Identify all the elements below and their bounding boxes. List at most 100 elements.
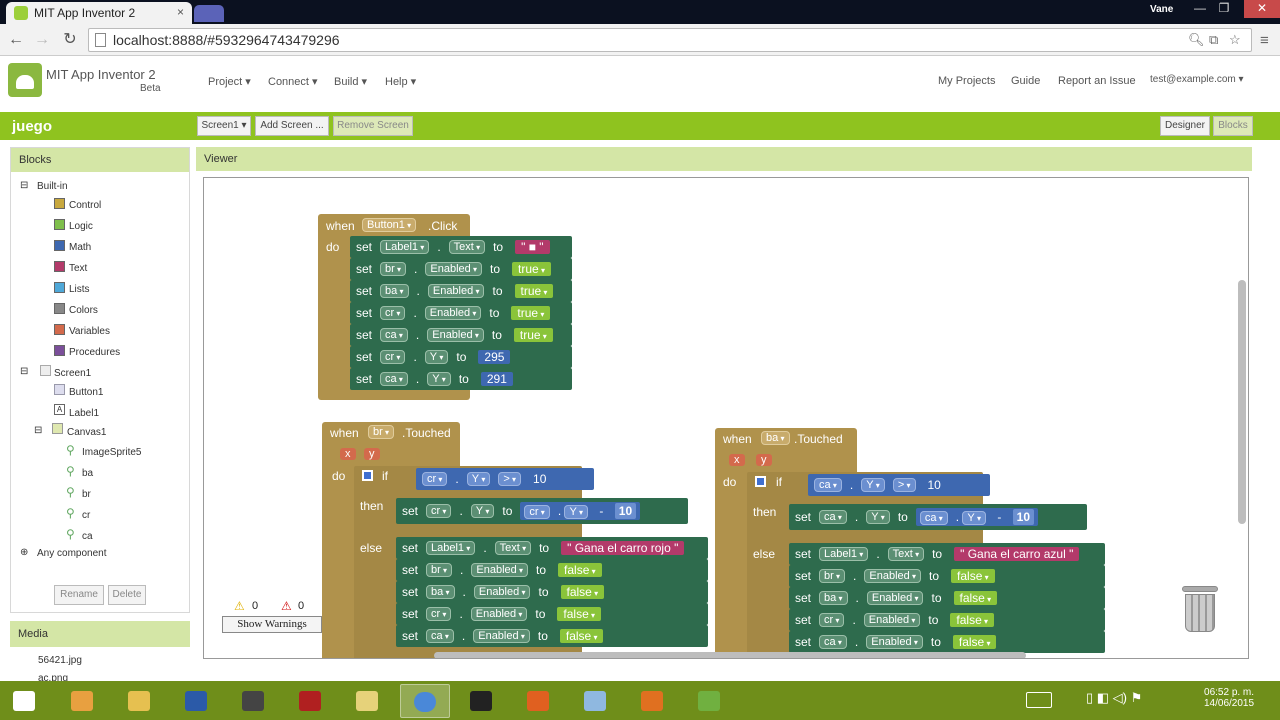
set-property[interactable]: Enabled [425, 262, 483, 276]
close-window-icon[interactable]: ✕ [1244, 0, 1280, 18]
windows-start-icon[interactable] [8, 684, 38, 718]
file-explorer-icon[interactable] [115, 684, 165, 718]
terminal-icon[interactable] [457, 684, 507, 718]
blocks-workspace[interactable]: when Button1 .Click do setLabel1.Textto"… [203, 177, 1249, 659]
value-block[interactable]: " Gana el carro azul " [954, 547, 1080, 561]
link-my-projects[interactable]: My Projects [938, 75, 995, 87]
any-component-item[interactable]: Any component [37, 548, 107, 559]
value-block[interactable]: false [558, 563, 602, 577]
reload-icon[interactable]: ↻ [60, 30, 80, 50]
set-property[interactable]: Enabled [471, 563, 529, 577]
set-property[interactable]: Enabled [427, 284, 485, 298]
folder-icon[interactable] [343, 684, 393, 718]
set-component[interactable]: ba [380, 284, 409, 298]
value-block[interactable]: false [951, 569, 995, 583]
profile-name[interactable]: Vane [1150, 4, 1173, 15]
component-dropdown[interactable]: br [368, 425, 395, 439]
app-icon[interactable] [514, 684, 564, 718]
remove-screen-button[interactable]: Remove Screen [333, 116, 413, 136]
operator-dropdown[interactable]: > [498, 472, 522, 486]
value-block[interactable]: 291 [480, 372, 513, 386]
screen-select[interactable]: Screen1 ▾ [197, 116, 251, 136]
value-block[interactable]: false [953, 591, 998, 605]
set-block[interactable]: setba. Enabled totrue [350, 280, 572, 302]
browser-tab[interactable]: MIT App Inventor 2 × [6, 2, 192, 24]
expr-component[interactable]: ca [919, 511, 948, 525]
link-report-issue[interactable]: Report an Issue [1058, 75, 1136, 87]
set-property[interactable]: Y [424, 350, 449, 364]
set-property[interactable]: Y [470, 504, 495, 518]
screen1-item[interactable]: Screen1 [54, 368, 91, 379]
builtin-label[interactable]: Built-in [37, 181, 68, 192]
set-property[interactable]: Enabled [424, 306, 482, 320]
set-component[interactable]: ca [819, 510, 847, 524]
set-block[interactable]: setca. Enabled tofalse [789, 631, 1105, 653]
cond-component[interactable]: ca [814, 478, 842, 492]
component-dropdown[interactable]: ba [761, 431, 790, 445]
mutator-icon[interactable] [362, 470, 373, 481]
vertical-scrollbar[interactable] [1238, 280, 1246, 524]
expr-component[interactable]: cr [524, 505, 550, 519]
cond-property[interactable]: Y [466, 472, 491, 486]
set-component[interactable]: Label1 [426, 541, 476, 555]
set-block[interactable]: set Label1. Textto " Gana el carro azul " [789, 543, 1105, 565]
param-y[interactable]: y [756, 454, 772, 466]
set-property[interactable]: Enabled [866, 591, 924, 605]
builtin-item-text[interactable]: Text [69, 263, 87, 274]
label1-item[interactable]: Label1 [69, 408, 99, 419]
chrome-menu-icon[interactable]: ≡ [1260, 32, 1269, 49]
number-block[interactable]: 10 [529, 471, 551, 487]
set-block[interactable]: setba. Enabled tofalse [396, 581, 708, 603]
number-block[interactable]: 10 [1012, 509, 1035, 525]
then-set-block[interactable]: set ca . Y to ca. Y - 10 [789, 504, 1087, 530]
set-property[interactable]: Y [427, 372, 451, 386]
set-block[interactable]: setbr. Enabled tofalse [396, 559, 708, 581]
apps-grid-icon[interactable] [58, 684, 108, 718]
expr-property[interactable]: Y [564, 505, 589, 519]
set-component[interactable]: br [380, 262, 407, 276]
rename-button[interactable]: Rename [54, 585, 104, 605]
menu-project[interactable]: Project ▾ [208, 75, 251, 88]
condition-block[interactable]: cr . Y > 10 [416, 468, 594, 490]
tray-icons[interactable]: ▯ ◧ ◁) ⚑ [1086, 690, 1142, 706]
set-block[interactable]: setcr. Yto 295 [350, 346, 572, 368]
cond-component[interactable]: cr [422, 472, 448, 486]
builtin-item-lists[interactable]: Lists [69, 284, 90, 295]
value-block[interactable]: " Gana el carro rojo " [561, 541, 685, 555]
expr-property[interactable]: Y [962, 511, 986, 525]
translate-icon[interactable]: ⧉ [1209, 32, 1218, 48]
value-block[interactable]: false [557, 607, 602, 621]
set-component[interactable]: br [426, 563, 453, 577]
canvas-collapse-icon[interactable]: ⊟ [34, 425, 42, 436]
sublime-icon[interactable] [229, 684, 279, 718]
set-component[interactable]: Label1 [819, 547, 869, 561]
cond-property[interactable]: Y [861, 478, 885, 492]
set-component[interactable]: Label1 [380, 240, 430, 254]
value-block[interactable]: 295 [478, 350, 511, 364]
add-screen-button[interactable]: Add Screen ... [255, 116, 329, 136]
builtin-item-variables[interactable]: Variables [69, 326, 110, 337]
mutator-icon[interactable] [755, 476, 766, 487]
set-block[interactable]: set Label1. Textto " ■ " [350, 236, 572, 258]
set-component[interactable]: cr [380, 306, 406, 320]
sprite-item-ba[interactable]: ba [82, 468, 93, 479]
set-block[interactable]: setba. Enabled tofalse [789, 587, 1105, 609]
then-set-block[interactable]: set cr . Y to cr. Y - 10 [396, 498, 688, 524]
set-component[interactable]: ca [819, 635, 847, 649]
set-property[interactable]: Enabled [866, 635, 923, 649]
set-property[interactable]: Text [887, 547, 925, 561]
builtin-item-logic[interactable]: Logic [69, 221, 93, 232]
menu-connect[interactable]: Connect ▾ [268, 75, 318, 88]
set-property[interactable]: Text [494, 541, 532, 555]
value-block[interactable]: false [560, 585, 605, 599]
value-block[interactable]: false [950, 613, 995, 627]
new-tab-button[interactable] [194, 5, 224, 22]
stack-icon[interactable] [685, 684, 735, 718]
blocks-button[interactable]: Blocks [1213, 116, 1253, 136]
builtin-item-math[interactable]: Math [69, 242, 91, 253]
number-block[interactable]: 10 [923, 477, 945, 493]
set-property[interactable]: Enabled [427, 328, 484, 342]
param-x[interactable]: x [340, 448, 356, 460]
forward-icon[interactable]: → [32, 30, 52, 50]
builtin-item-control[interactable]: Control [69, 200, 101, 211]
